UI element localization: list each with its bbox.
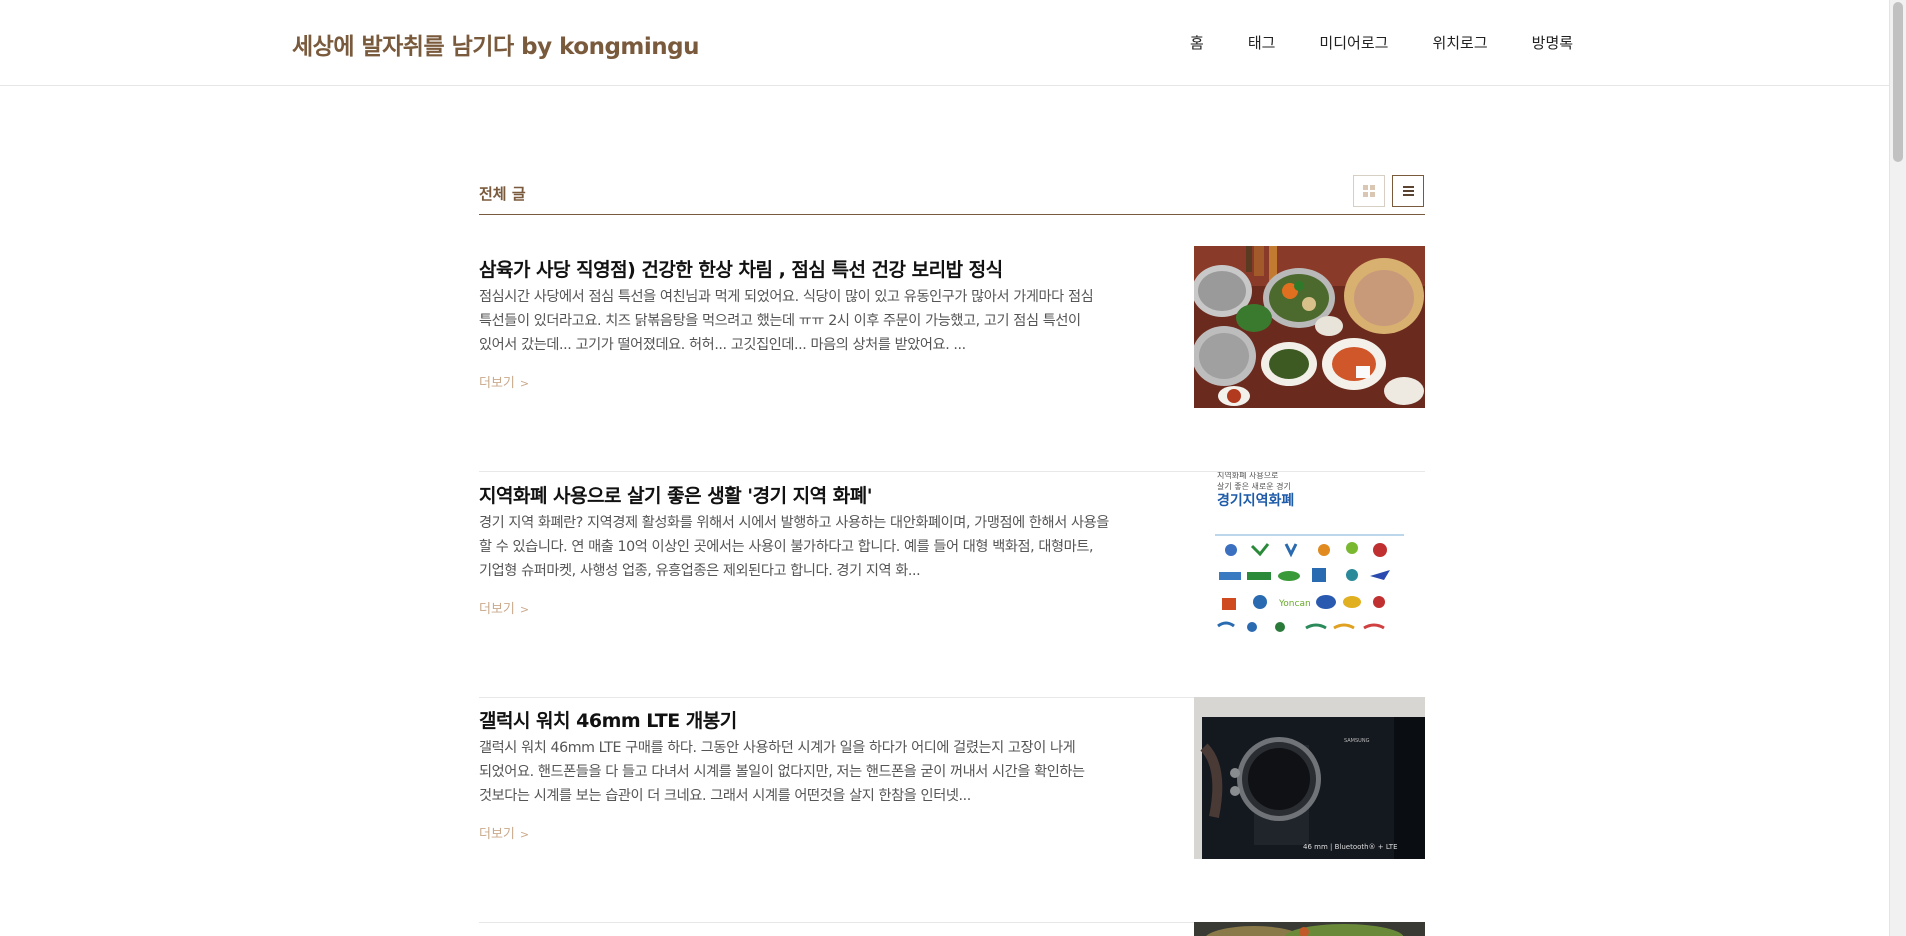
post-title[interactable]: 지역화폐 사용으로 살기 좋은 생활 '경기 지역 화폐' bbox=[479, 481, 1179, 508]
nav-medialog[interactable]: 미디어로그 bbox=[1319, 32, 1388, 53]
scrollbar-thumb[interactable] bbox=[1893, 2, 1903, 162]
blog-title[interactable]: 세상에 발자취를 남기다 by kongmingu bbox=[292, 27, 699, 61]
chevron-right-icon: > bbox=[519, 828, 530, 841]
thumb-line2: 살기 좋은 새로운 경기 bbox=[1217, 481, 1291, 491]
post-thumbnail[interactable]: SAMSUNG 46 mm | Bluetooth® + LTE bbox=[1194, 697, 1425, 859]
post-item[interactable] bbox=[479, 922, 1425, 936]
thumb-line1: 지역화폐 사용으로 bbox=[1217, 472, 1278, 480]
post-thumbnail[interactable]: 지역화폐 사용으로 살기 좋은 새로운 경기 경기지역화폐 Yoncan bbox=[1194, 472, 1425, 634]
local-currency-image: 지역화폐 사용으로 살기 좋은 새로운 경기 경기지역화폐 Yoncan bbox=[1194, 472, 1425, 634]
nav-locationlog[interactable]: 위치로그 bbox=[1432, 32, 1487, 53]
blog-header: 세상에 발자취를 남기다 by kongmingu 홈 태그 미디어로그 위치로… bbox=[0, 0, 1906, 86]
grid-view-button[interactable] bbox=[1353, 175, 1385, 207]
more-link[interactable]: 더보기 > bbox=[479, 823, 529, 842]
thumb-heading: 경기지역화폐 bbox=[1217, 492, 1294, 509]
more-label: 더보기 bbox=[479, 827, 515, 842]
post-item[interactable]: 삼육가 사당 직영점) 건강한 한상 차림 , 점심 특선 건강 보리밥 정식 … bbox=[479, 246, 1425, 472]
box-brand: SAMSUNG bbox=[1344, 738, 1370, 744]
post-summary[interactable]: 점심시간 사당에서 점심 특선을 여친님과 먹게 되었어요. 식당이 많이 있고… bbox=[479, 285, 1109, 357]
food-photo bbox=[1194, 246, 1425, 408]
more-label: 더보기 bbox=[479, 602, 515, 617]
chevron-right-icon: > bbox=[519, 603, 530, 616]
page-scrollbar[interactable] bbox=[1889, 0, 1906, 936]
post-thumbnail[interactable] bbox=[1194, 246, 1425, 408]
list-view-button[interactable] bbox=[1392, 175, 1424, 207]
nav-home[interactable]: 홈 bbox=[1190, 32, 1204, 53]
grid-icon bbox=[1363, 185, 1375, 197]
watch-photo: SAMSUNG 46 mm | Bluetooth® + LTE bbox=[1194, 697, 1425, 859]
svg-text:Yoncan: Yoncan bbox=[1278, 599, 1311, 609]
box-caption: 46 mm | Bluetooth® + LTE bbox=[1303, 843, 1398, 851]
post-item[interactable]: 지역화폐 사용으로 살기 좋은 생활 '경기 지역 화폐' 경기 지역 화폐란?… bbox=[479, 472, 1425, 698]
nav-guestbook[interactable]: 방명록 bbox=[1532, 32, 1573, 53]
post-list-header: 전체 글 bbox=[479, 175, 1425, 215]
post-item[interactable]: 갤럭시 워치 46mm LTE 개봉기 갤럭시 워치 46mm LTE 구매를 … bbox=[479, 697, 1425, 923]
nav-tag[interactable]: 태그 bbox=[1248, 32, 1276, 53]
post-thumbnail[interactable] bbox=[1194, 922, 1425, 936]
post-summary[interactable]: 경기 지역 화폐란? 지역경제 활성화를 위해서 시에서 발행하고 사용하는 대… bbox=[479, 511, 1109, 583]
more-link[interactable]: 더보기 > bbox=[479, 598, 529, 617]
chevron-right-icon: > bbox=[519, 377, 530, 390]
list-title: 전체 글 bbox=[479, 185, 526, 203]
main-nav: 홈 태그 미디어로그 위치로그 방명록 bbox=[1190, 32, 1573, 53]
post-summary[interactable]: 갤럭시 워치 46mm LTE 구매를 하다. 그동안 사용하던 시계가 일을 … bbox=[479, 736, 1109, 808]
food-photo-partial bbox=[1194, 922, 1425, 936]
list-icon bbox=[1402, 186, 1414, 196]
post-title[interactable]: 갤럭시 워치 46mm LTE 개봉기 bbox=[479, 706, 1179, 733]
post-title[interactable]: 삼육가 사당 직영점) 건강한 한상 차림 , 점심 특선 건강 보리밥 정식 bbox=[479, 255, 1179, 282]
more-link[interactable]: 더보기 > bbox=[479, 372, 529, 391]
more-label: 더보기 bbox=[479, 376, 515, 391]
